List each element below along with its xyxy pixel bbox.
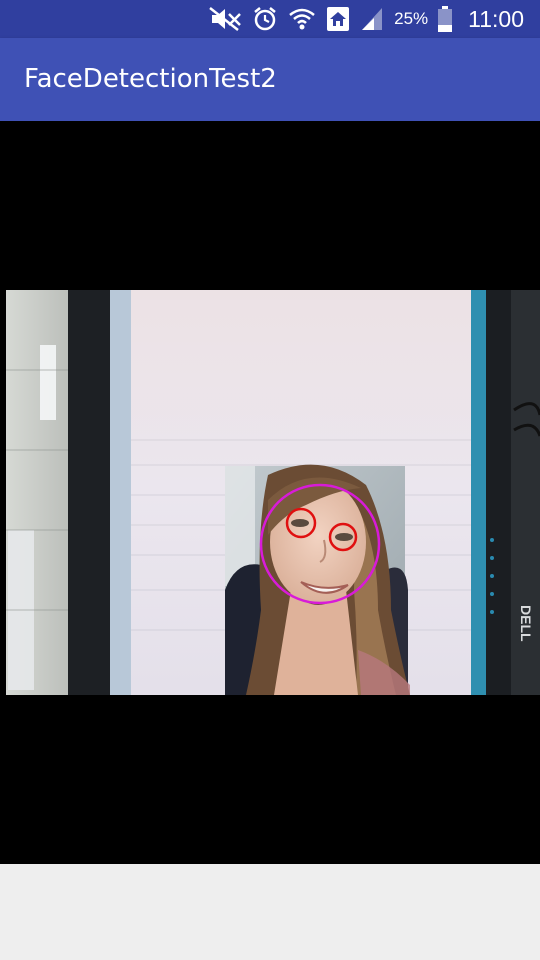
mute-icon [208, 6, 242, 32]
camera-preview-area: DELL [0, 121, 540, 864]
camera-image: DELL [6, 290, 540, 695]
face-photo [225, 464, 410, 695]
wifi-icon [288, 6, 316, 32]
battery-percent: 25% [394, 9, 429, 28]
clock: 11:00 [468, 6, 524, 32]
battery-icon [438, 6, 453, 32]
monitor-brand: DELL [518, 605, 534, 642]
bottom-area [0, 864, 540, 960]
home-network-icon [326, 6, 350, 32]
status-bar: 25% 11:00 [0, 0, 540, 38]
signal-icon [360, 6, 384, 32]
camera-frame: DELL [6, 290, 540, 695]
app-bar: FaceDetectionTest2 [0, 38, 540, 121]
app-title: FaceDetectionTest2 [24, 64, 277, 94]
alarm-icon [252, 6, 278, 32]
monitor-left-bezel [68, 290, 116, 695]
